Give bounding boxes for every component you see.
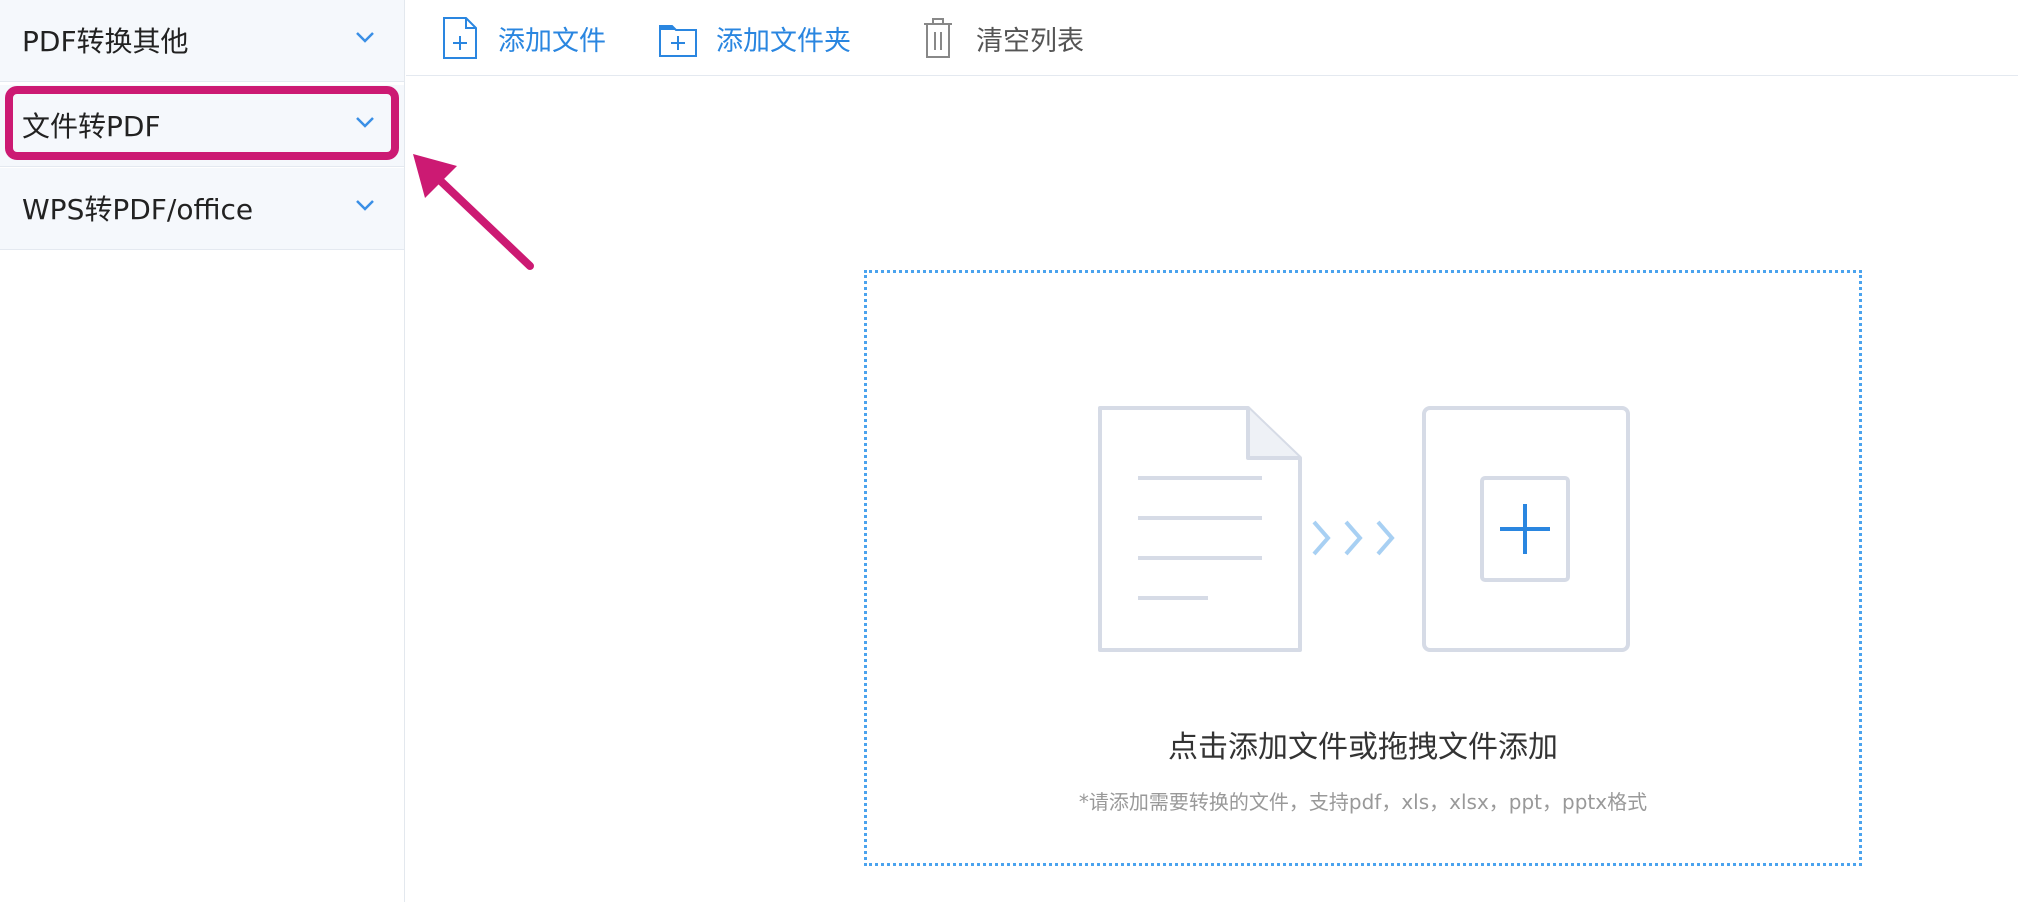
drop-zone-hint: *请添加需要转换的文件，支持pdf，xls，xlsx，ppt，pptx格式	[1078, 790, 1648, 814]
add-file-icon	[443, 17, 477, 59]
drop-illustration	[1098, 406, 1630, 652]
drop-zone-title: 点击添加文件或拖拽文件添加	[1168, 730, 1558, 765]
chevron-down-icon	[356, 200, 374, 211]
chevrons-right-icon	[1312, 520, 1395, 556]
add-file-button[interactable]: 添加文件	[440, 10, 606, 66]
highlight-box	[5, 86, 399, 160]
add-folder-button[interactable]: 添加文件夹	[658, 10, 851, 66]
sidebar-item-label: WPS转PDF/office	[22, 193, 254, 226]
clear-list-label: 清空列表	[976, 25, 1084, 57]
trash-icon	[924, 18, 952, 58]
add-folder-icon	[659, 25, 697, 57]
plus-icon	[1422, 406, 1630, 652]
clear-list-button[interactable]: 清空列表	[918, 10, 1084, 66]
document-icon	[1098, 406, 1302, 652]
sidebar-item-label: PDF转换其他	[22, 25, 189, 58]
sidebar: PDF转换其他 文件转PDF WPS转PDF/office	[0, 0, 405, 902]
toolbar: 添加文件 添加文件夹 清空列表	[406, 0, 2018, 76]
sidebar-item-wps-to-pdf[interactable]: WPS转PDF/office	[0, 168, 404, 250]
add-folder-label: 添加文件夹	[716, 25, 851, 57]
chevron-down-icon	[356, 32, 374, 43]
sidebar-item-pdf-to-other[interactable]: PDF转换其他	[0, 0, 404, 82]
add-file-label: 添加文件	[498, 25, 606, 57]
arrow-annotation-icon	[413, 154, 534, 270]
